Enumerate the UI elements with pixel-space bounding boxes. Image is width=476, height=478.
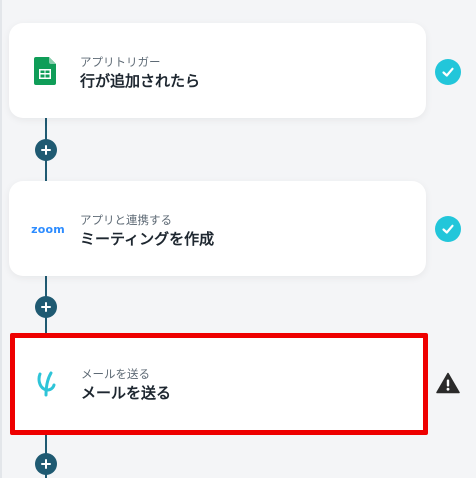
step-title: メールを送る — [81, 384, 172, 402]
add-step-button[interactable] — [35, 453, 57, 475]
step-title: 行が追加されたら — [80, 72, 201, 90]
step-type-label: アプリトリガー — [80, 55, 161, 69]
google-sheets-icon — [31, 57, 59, 85]
plus-icon — [41, 145, 51, 155]
step-title: ミーティングを作成 — [80, 230, 215, 248]
step-status-complete — [435, 216, 461, 242]
step-status-warning — [435, 370, 461, 396]
step-type-label: メールを送る — [81, 367, 150, 381]
add-step-button[interactable] — [35, 139, 57, 161]
add-step-button[interactable] — [35, 296, 57, 318]
step-status-complete — [435, 59, 461, 85]
step-type-label: アプリと連携する — [80, 213, 172, 227]
canvas-left-border — [0, 0, 2, 478]
check-circle-icon — [435, 59, 461, 85]
mail-yoom-icon — [33, 369, 61, 397]
flow-step-action-card[interactable]: zoom アプリと連携する ミーティングを作成 — [9, 181, 426, 276]
check-circle-icon — [435, 216, 461, 242]
plus-icon — [41, 302, 51, 312]
zoom-logo: zoom — [31, 222, 65, 236]
plus-icon — [41, 459, 51, 469]
flow-step-mail-card[interactable]: メールを送る メールを送る — [10, 333, 428, 435]
warning-icon — [436, 372, 460, 394]
flow-step-trigger-card[interactable]: アプリトリガー 行が追加されたら — [9, 23, 426, 118]
